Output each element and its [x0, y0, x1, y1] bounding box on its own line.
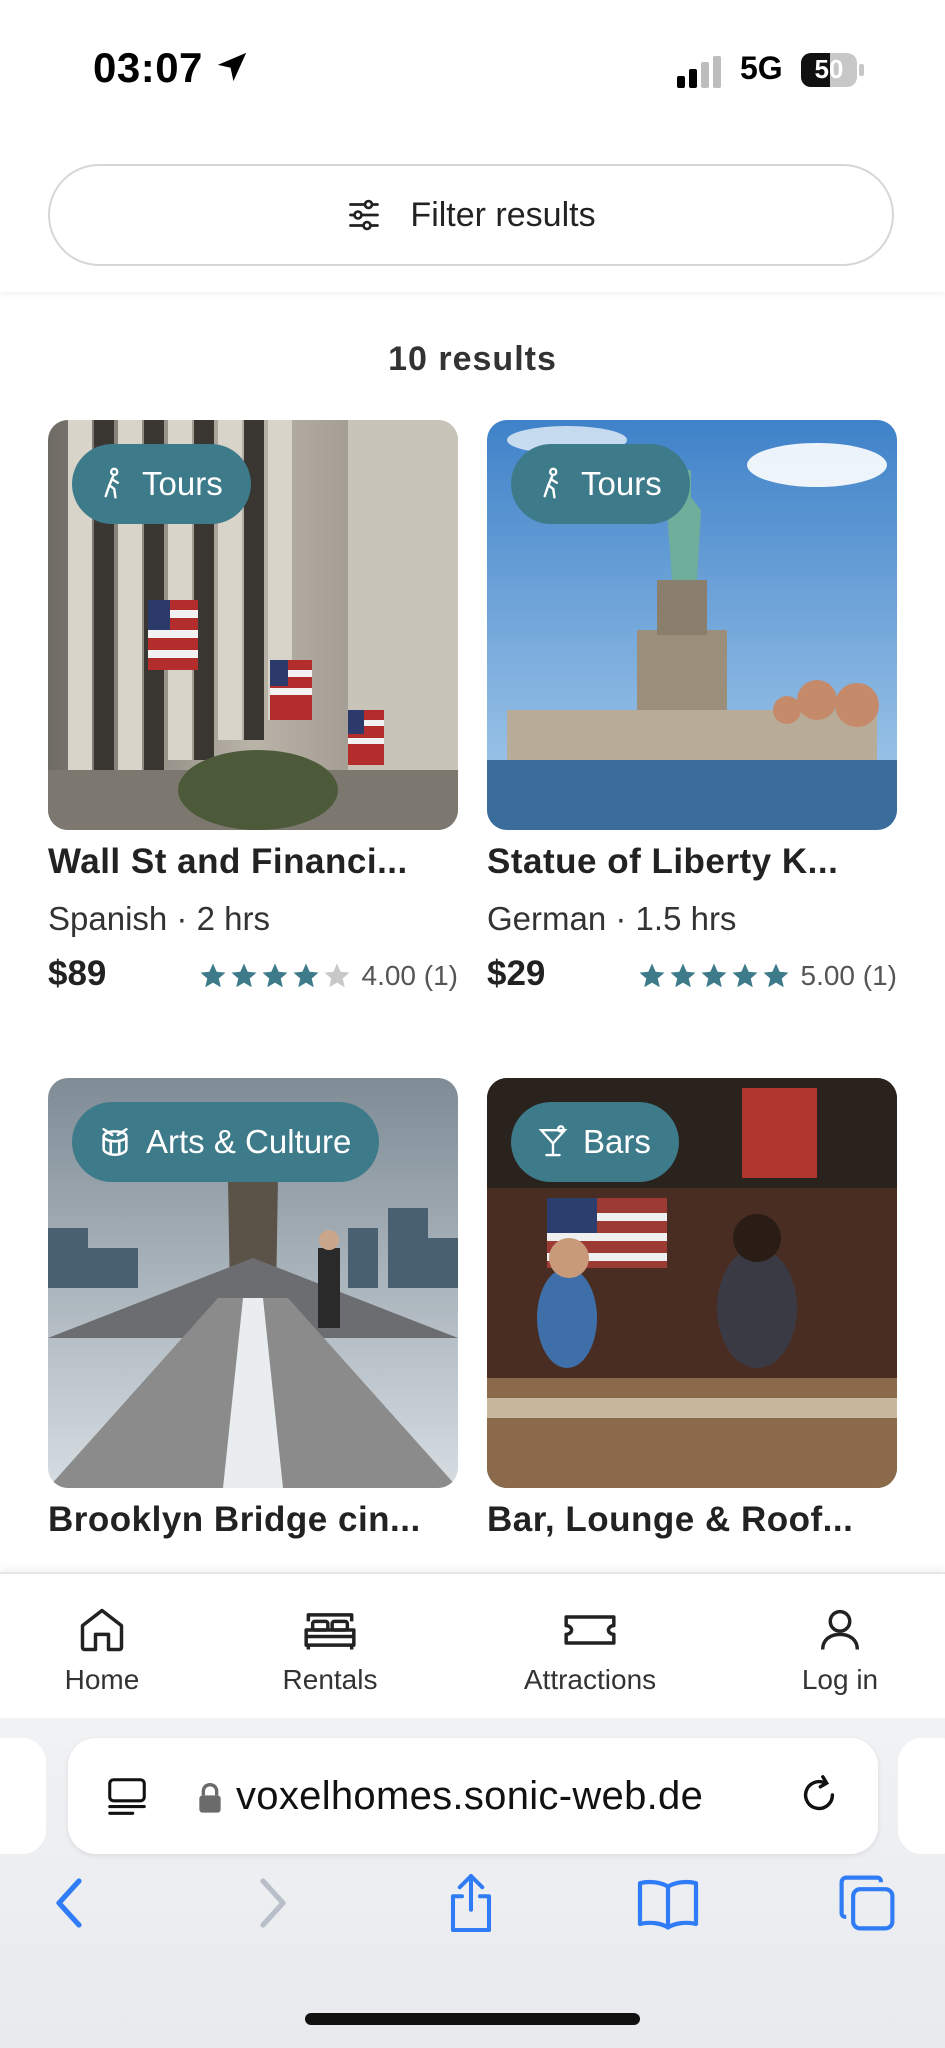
- nav-home[interactable]: Home: [42, 1574, 162, 1720]
- star-rating: 4.00 (1): [198, 960, 459, 992]
- cocktail-icon: [538, 1125, 568, 1157]
- chevron-right-icon: [260, 1878, 286, 1928]
- filter-bar: Filter results: [0, 140, 945, 292]
- star-icon: [262, 963, 287, 988]
- star-icon: [231, 963, 256, 988]
- star-icon: [732, 963, 757, 988]
- listing-language: German: [487, 900, 607, 937]
- battery-level: 50: [814, 54, 844, 84]
- listing-title[interactable]: Brooklyn Bridge cin...: [48, 1500, 468, 1540]
- star-icon: [763, 963, 788, 988]
- tabs-icon: [839, 1875, 895, 1931]
- listing-image[interactable]: Bars: [487, 1078, 897, 1488]
- status-bar: 03:07 5G 50: [0, 0, 945, 140]
- location-arrow-icon: [217, 52, 247, 82]
- listing-price: $29: [487, 954, 546, 993]
- listing-meta: Spanish · 2 hrs: [48, 900, 270, 937]
- listing-duration: 2 hrs: [196, 900, 270, 937]
- signal-bars-icon: [677, 56, 721, 88]
- sliders-icon: [349, 199, 380, 231]
- lock-icon: [199, 1782, 221, 1813]
- address-bar[interactable]: voxelhomes.sonic-web.de: [68, 1738, 878, 1854]
- safari-toolbar: voxelhomes.sonic-web.de: [0, 1718, 945, 2048]
- rating-score: 4.00 (1): [361, 960, 459, 991]
- reload-icon[interactable]: [796, 1772, 842, 1818]
- listing-language: Spanish: [48, 900, 168, 937]
- listing-title[interactable]: Statue of Liberty K...: [487, 842, 907, 882]
- home-icon: [80, 1608, 124, 1652]
- drum-icon: [102, 1127, 128, 1157]
- next-tab-preview[interactable]: [898, 1738, 945, 1854]
- network-type: 5G: [740, 50, 783, 86]
- category-label: Tours: [142, 465, 223, 502]
- category-badge: Arts & Culture: [72, 1102, 380, 1182]
- listing-meta: German · 1.5 hrs: [487, 900, 737, 937]
- listing-price: $89: [48, 954, 107, 993]
- rating-score: 5.00 (1): [800, 960, 898, 991]
- stars: [637, 961, 791, 991]
- ticket-icon: [564, 1615, 616, 1645]
- bed-icon: [304, 1613, 356, 1650]
- category-label: Arts & Culture: [146, 1123, 352, 1160]
- category-label: Tours: [581, 465, 662, 502]
- stars: [198, 961, 352, 991]
- url-text: voxelhomes.sonic-web.de: [236, 1774, 704, 1818]
- nav-rentals[interactable]: Rentals: [255, 1574, 405, 1720]
- star-icon: [200, 963, 225, 988]
- book-icon: [637, 1879, 699, 1930]
- listing-image[interactable]: Tours: [487, 420, 897, 830]
- star-rating: 5.00 (1): [637, 960, 898, 992]
- nav-rentals-label: Rentals: [282, 1664, 378, 1695]
- category-badge: Tours: [511, 444, 690, 524]
- star-icon: [324, 963, 349, 988]
- listing-image[interactable]: Arts & Culture: [48, 1078, 458, 1488]
- listing-title[interactable]: Bar, Lounge & Roof...: [487, 1500, 907, 1540]
- home-indicator: [305, 2013, 640, 2025]
- forward-button[interactable]: [238, 1868, 308, 1938]
- listing-duration: 1.5 hrs: [635, 900, 737, 937]
- share-button[interactable]: [436, 1868, 506, 1938]
- chevron-left-icon: [56, 1878, 82, 1928]
- listing-card[interactable]: Arts & Culture Brooklyn Bridge cin...: [48, 1078, 458, 1578]
- previous-tab-preview[interactable]: [0, 1738, 46, 1854]
- nav-home-label: Home: [64, 1664, 140, 1695]
- listing-title[interactable]: Wall St and Financi...: [48, 842, 468, 882]
- listing-card[interactable]: Tours Wall St and Financi... Spanish · 2…: [48, 420, 458, 1020]
- nav-attractions-label: Attractions: [523, 1664, 657, 1695]
- listing-card[interactable]: Tours Statue of Liberty K... German · 1.…: [487, 420, 897, 1020]
- share-icon: [450, 1873, 492, 1933]
- filter-results-label: Filter results: [410, 195, 596, 234]
- star-icon: [639, 963, 664, 988]
- nav-attractions[interactable]: Attractions: [505, 1574, 675, 1720]
- status-time: 03:07: [93, 44, 203, 91]
- star-icon: [701, 963, 726, 988]
- filter-results-button[interactable]: Filter results: [48, 164, 894, 266]
- star-icon: [293, 963, 318, 988]
- category-badge: Tours: [72, 444, 251, 524]
- listing-card[interactable]: Bars Bar, Lounge & Roof...: [487, 1078, 897, 1578]
- nav-login[interactable]: Log in: [780, 1574, 900, 1720]
- category-badge: Bars: [511, 1102, 679, 1182]
- reader-mode-icon[interactable]: [104, 1774, 150, 1820]
- back-button[interactable]: [34, 1868, 104, 1938]
- bookmarks-button[interactable]: [633, 1868, 703, 1938]
- nav-login-label: Log in: [801, 1664, 879, 1695]
- category-label: Bars: [583, 1123, 651, 1160]
- results-count: 10 results: [388, 340, 557, 378]
- tabs-button[interactable]: [832, 1868, 902, 1938]
- user-icon: [820, 1609, 860, 1650]
- bottom-nav: Home Rentals Attractions Log in: [0, 1572, 945, 1720]
- listing-image[interactable]: Tours: [48, 420, 458, 830]
- walking-icon: [104, 467, 120, 499]
- star-icon: [670, 963, 695, 988]
- walking-icon: [543, 467, 559, 499]
